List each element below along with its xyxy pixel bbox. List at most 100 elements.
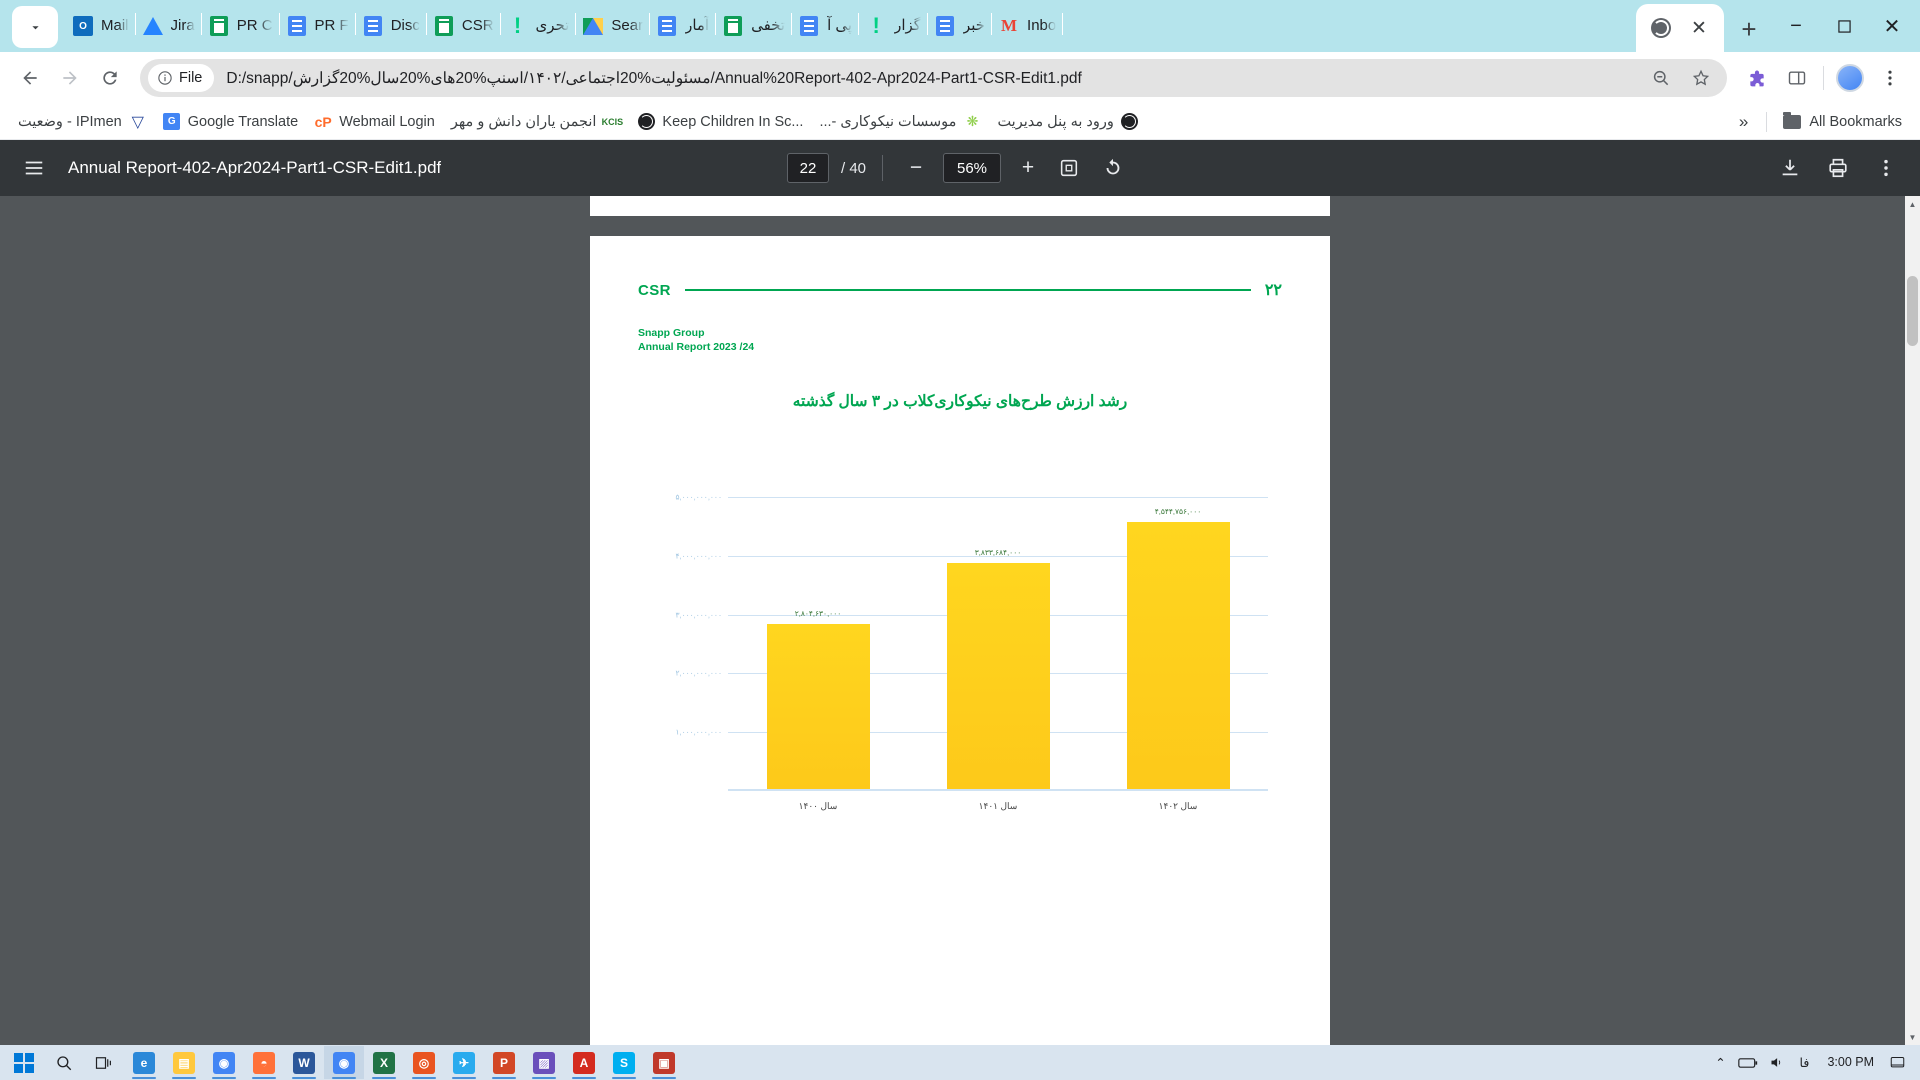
volume-icon[interactable] xyxy=(1763,1048,1789,1078)
close-tab-button[interactable]: ✕ xyxy=(1686,15,1712,41)
tab-title: Mail xyxy=(101,17,129,34)
ubuntu-icon[interactable]: ◎ xyxy=(404,1046,444,1079)
page-number-input[interactable]: 22 xyxy=(786,153,829,183)
photos-icon[interactable]: ▨ xyxy=(524,1046,564,1079)
new-tab-button[interactable]: + xyxy=(1732,12,1766,46)
clock-time: 3:00 PM xyxy=(1827,1054,1874,1069)
word-icon[interactable]: W xyxy=(284,1046,324,1079)
close-window-button[interactable]: ✕ xyxy=(1868,6,1916,46)
minimize-button[interactable]: − xyxy=(1772,6,1820,46)
task-view-icon[interactable] xyxy=(84,1046,124,1079)
extensions-icon[interactable] xyxy=(1737,58,1777,98)
omnibox-actions xyxy=(1641,58,1721,98)
tray-overflow-icon[interactable]: ⌃ xyxy=(1707,1048,1733,1078)
bookmarks-overflow-button[interactable]: » xyxy=(1729,108,1758,136)
tab-8[interactable]: Sear xyxy=(576,4,649,48)
bookmark-label: ورود به پنل مدیریت xyxy=(997,113,1114,130)
tab-separator xyxy=(1062,13,1064,35)
tab-7[interactable]: ! تحری xyxy=(501,4,576,48)
three-dot-menu-icon[interactable] xyxy=(1866,148,1906,188)
telegram-icon-glyph: ✈ xyxy=(453,1051,475,1074)
download-icon[interactable] xyxy=(1770,148,1810,188)
x-axis-category-label: سال ۱۴۰۲ xyxy=(1158,801,1198,812)
chart-bars: ۲,۸۰۴,۶۳۰,۰۰۰ ۳,۸۳۳,۶۸۴,۰۰۰ ۴,۵۴۴,۷۵۶,۰۰۰ xyxy=(728,461,1268,790)
search-icon[interactable] xyxy=(44,1046,84,1079)
app-icon[interactable]: ▣ xyxy=(644,1046,684,1079)
tab-search-button[interactable] xyxy=(12,6,58,48)
bookmark-3[interactable]: cP Webmail Login xyxy=(306,109,443,135)
tab-4[interactable]: PR F xyxy=(280,4,355,48)
scrollbar-thumb[interactable] xyxy=(1907,276,1918,346)
edge-icon[interactable]: e xyxy=(124,1046,164,1079)
active-tab[interactable]: ✕ xyxy=(1636,4,1724,52)
tab-1[interactable]: O Mail xyxy=(66,4,135,48)
rotate-icon[interactable] xyxy=(1093,148,1133,188)
telegram-icon[interactable]: ✈ xyxy=(444,1046,484,1079)
tab-3[interactable]: PR C xyxy=(202,4,279,48)
firefox-icon[interactable]: ◓ xyxy=(244,1046,284,1079)
bookmark-4[interactable]: KCIS انجمن یاران دانش و مهر xyxy=(443,109,630,135)
file-scheme-chip[interactable]: File xyxy=(148,64,215,92)
back-arrow-icon[interactable] xyxy=(10,58,50,98)
fit-page-icon[interactable] xyxy=(1049,148,1089,188)
scroll-down-arrow[interactable]: ▼ xyxy=(1905,1029,1920,1045)
zoom-in-button[interactable]: + xyxy=(1011,151,1045,185)
ipmen-icon: ▽ xyxy=(131,113,144,131)
tab-10[interactable]: تخفی xyxy=(716,4,791,48)
three-dot-menu-icon[interactable] xyxy=(1870,58,1910,98)
chrome-icon[interactable]: ◉ xyxy=(204,1046,244,1079)
google-docs-icon xyxy=(934,15,956,37)
tab-11[interactable]: پی آ xyxy=(792,4,858,48)
reload-icon[interactable] xyxy=(90,58,130,98)
bookmark-7[interactable]: ورود به پنل مدیریت xyxy=(989,109,1146,135)
maximize-button[interactable] xyxy=(1820,6,1868,46)
forward-arrow-icon[interactable] xyxy=(50,58,90,98)
bookmark-6[interactable]: ❋ موسسات نیکوکاری -... xyxy=(811,109,989,135)
outlook-icon: O xyxy=(72,15,94,37)
url-text[interactable]: D:/snapp/مسئولیت%20اجتماعی/۱۴۰۲/اسنپ%20ه… xyxy=(226,69,1641,88)
tab-13[interactable]: خبر xyxy=(928,4,991,48)
tab-6[interactable]: CSR xyxy=(427,4,500,48)
file-explorer-icon[interactable]: ▤ xyxy=(164,1046,204,1079)
tab-5[interactable]: Disc xyxy=(356,4,426,48)
battery-icon[interactable] xyxy=(1735,1048,1761,1078)
all-bookmarks-label: All Bookmarks xyxy=(1809,113,1902,130)
skype-icon[interactable]: S xyxy=(604,1046,644,1079)
zoom-out-button[interactable]: − xyxy=(899,151,933,185)
split-screen-icon[interactable] xyxy=(1777,58,1817,98)
bookmark-2[interactable]: G Google Translate xyxy=(155,109,306,135)
print-icon[interactable] xyxy=(1818,148,1858,188)
windows-start-icon[interactable] xyxy=(4,1046,44,1079)
tab-9[interactable]: آمار xyxy=(650,4,715,48)
x-axis-category-label: سال ۱۴۰۰ xyxy=(798,801,838,812)
tab-12[interactable]: ! گزار xyxy=(859,4,927,48)
notification-icon[interactable] xyxy=(1884,1048,1910,1078)
zoom-level-label[interactable]: 56% xyxy=(943,153,1002,183)
bookmark-1[interactable]: ▽ IPImen - وضعیت xyxy=(10,109,155,135)
scroll-up-arrow[interactable]: ▲ xyxy=(1905,196,1920,212)
pdf-vertical-scrollbar[interactable]: ▲ ▼ xyxy=(1905,196,1920,1045)
tab-title: Sear xyxy=(611,17,644,34)
star-icon[interactable] xyxy=(1681,58,1721,98)
tab-title: Disc xyxy=(390,17,420,34)
language-indicator[interactable]: فا xyxy=(1791,1048,1817,1078)
bookmark-5[interactable]: Keep Children In Sc... xyxy=(629,109,811,135)
zoom-out-icon[interactable] xyxy=(1641,58,1681,98)
x-axis-line xyxy=(728,789,1268,792)
tab-14[interactable]: M Inbo xyxy=(992,4,1062,48)
acrobat-icon[interactable]: A xyxy=(564,1046,604,1079)
pdf-scroll-area[interactable]: CSR ۲۲ Snapp Group Annual Report 2023 /2… xyxy=(0,196,1920,1045)
chrome-active-icon[interactable]: ◉ xyxy=(324,1046,364,1079)
all-bookmarks-button[interactable]: All Bookmarks xyxy=(1775,109,1910,135)
organization-block: Snapp Group Annual Report 2023 /24 xyxy=(590,300,1330,354)
hamburger-menu-icon[interactable] xyxy=(14,148,54,188)
taskbar-app-list: e ▤ ◉ ◓ W ◉ X ◎ ✈ P ▨ A S ▣ xyxy=(124,1046,684,1079)
powerpoint-icon[interactable]: P xyxy=(484,1046,524,1079)
tab-2[interactable]: Jira xyxy=(136,4,201,48)
excel-icon[interactable]: X xyxy=(364,1046,404,1079)
document-header: CSR ۲۲ xyxy=(590,236,1330,300)
clock[interactable]: 3:00 PM xyxy=(1819,1054,1882,1070)
address-bar[interactable]: File D:/snapp/مسئولیت%20اجتماعی/۱۴۰۲/اسن… xyxy=(140,59,1727,97)
profile-avatar-icon[interactable] xyxy=(1830,58,1870,98)
bar xyxy=(1126,521,1230,790)
